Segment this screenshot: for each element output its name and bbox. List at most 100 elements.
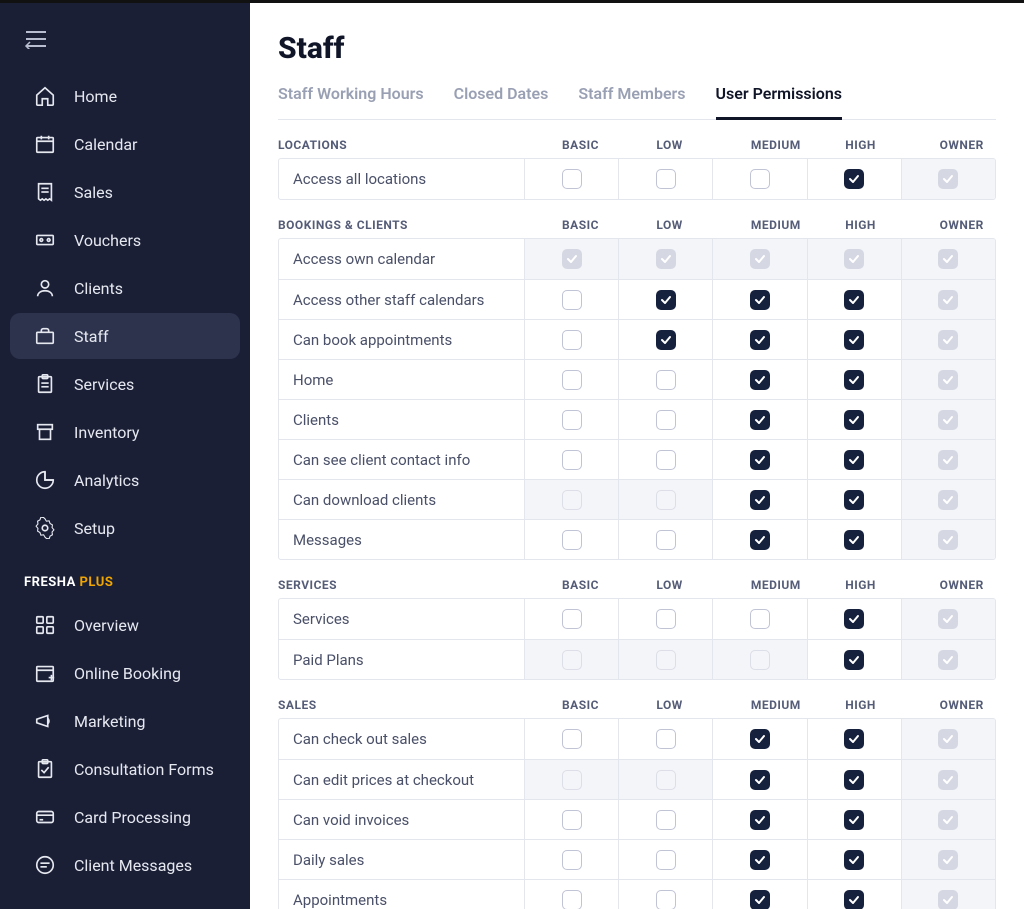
- permission-checkbox[interactable]: [656, 330, 676, 350]
- permission-checkbox[interactable]: [656, 850, 676, 870]
- permission-checkbox[interactable]: [844, 850, 864, 870]
- permission-checkbox[interactable]: [562, 370, 582, 390]
- permission-checkbox[interactable]: [562, 410, 582, 430]
- tab-staff-members[interactable]: Staff Members: [578, 84, 685, 119]
- permission-label: Messages: [279, 520, 525, 559]
- sidebar-item-client-messages[interactable]: Client Messages: [10, 842, 240, 888]
- permission-checkbox[interactable]: [562, 169, 582, 189]
- sidebar-item-analytics[interactable]: Analytics: [10, 457, 240, 503]
- sidebar-item-label: Clients: [74, 279, 123, 298]
- permission-checkbox[interactable]: [562, 330, 582, 350]
- permission-cell: [619, 400, 713, 439]
- permission-checkbox[interactable]: [844, 650, 864, 670]
- sidebar-item-label: Sales: [74, 183, 113, 202]
- tab-user-permissions[interactable]: User Permissions: [716, 84, 843, 120]
- permission-cell: [713, 840, 807, 879]
- tab-closed-dates[interactable]: Closed Dates: [454, 84, 549, 119]
- permission-checkbox[interactable]: [562, 530, 582, 550]
- table-row: Can check out sales: [279, 719, 995, 759]
- permission-checkbox[interactable]: [562, 609, 582, 629]
- permission-checkbox[interactable]: [844, 410, 864, 430]
- permission-checkbox[interactable]: [750, 490, 770, 510]
- permission-checkbox[interactable]: [750, 169, 770, 189]
- sidebar-item-sales[interactable]: Sales: [10, 169, 240, 215]
- permission-checkbox[interactable]: [656, 609, 676, 629]
- sidebar-item-services[interactable]: Services: [10, 361, 240, 407]
- sidebar-item-label: Overview: [74, 616, 139, 635]
- permission-checkbox[interactable]: [844, 450, 864, 470]
- permission-cell: [713, 520, 807, 559]
- permission-checkbox[interactable]: [562, 729, 582, 749]
- permission-checkbox[interactable]: [656, 290, 676, 310]
- permission-checkbox: [656, 650, 676, 670]
- table-row: Can book appointments: [279, 319, 995, 359]
- permission-checkbox[interactable]: [656, 890, 676, 909]
- permission-checkbox[interactable]: [750, 530, 770, 550]
- permission-checkbox[interactable]: [844, 490, 864, 510]
- permission-checkbox[interactable]: [656, 810, 676, 830]
- permission-checkbox[interactable]: [750, 729, 770, 749]
- sidebar-item-marketing[interactable]: Marketing: [10, 698, 240, 744]
- permission-checkbox[interactable]: [844, 330, 864, 350]
- sidebar-item-setup[interactable]: Setup: [10, 505, 240, 551]
- permission-label: Access other staff calendars: [279, 280, 525, 319]
- permission-checkbox[interactable]: [656, 169, 676, 189]
- receipt-icon: [34, 181, 56, 203]
- sidebar-item-clients[interactable]: Clients: [10, 265, 240, 311]
- page-title: Staff: [278, 31, 996, 66]
- permission-checkbox[interactable]: [844, 810, 864, 830]
- permission-label: Clients: [279, 400, 525, 439]
- permission-cell: [808, 719, 902, 759]
- permission-checkbox[interactable]: [562, 850, 582, 870]
- column-header-low: LOW: [618, 218, 712, 232]
- permission-cell: [808, 640, 902, 679]
- permission-cell: [808, 320, 902, 359]
- permission-checkbox[interactable]: [656, 450, 676, 470]
- permission-checkbox[interactable]: [750, 810, 770, 830]
- sidebar-item-inventory[interactable]: Inventory: [10, 409, 240, 455]
- sidebar-item-consultation-forms[interactable]: Consultation Forms: [10, 746, 240, 792]
- sidebar-item-overview[interactable]: Overview: [10, 602, 240, 648]
- sidebar-item-label: Services: [74, 375, 134, 394]
- permission-checkbox[interactable]: [656, 370, 676, 390]
- sidebar-item-vouchers[interactable]: Vouchers: [10, 217, 240, 263]
- permission-checkbox[interactable]: [750, 410, 770, 430]
- tabs: Staff Working Hours Closed Dates Staff Mem…: [278, 84, 996, 120]
- permission-checkbox[interactable]: [750, 890, 770, 909]
- sidebar-item-card-processing[interactable]: Card Processing: [10, 794, 240, 840]
- permission-checkbox[interactable]: [750, 609, 770, 629]
- permission-checkbox[interactable]: [844, 729, 864, 749]
- permission-cell: [808, 840, 902, 879]
- permission-checkbox[interactable]: [656, 410, 676, 430]
- permission-checkbox[interactable]: [562, 450, 582, 470]
- tab-staff-working-hours[interactable]: Staff Working Hours: [278, 84, 424, 119]
- sidebar-item-staff[interactable]: Staff: [10, 313, 240, 359]
- permission-cell: [619, 520, 713, 559]
- permission-checkbox[interactable]: [844, 890, 864, 909]
- permission-checkbox[interactable]: [750, 770, 770, 790]
- permission-checkbox[interactable]: [844, 609, 864, 629]
- permission-checkbox[interactable]: [656, 729, 676, 749]
- sidebar-item-online-booking[interactable]: Online Booking: [10, 650, 240, 696]
- permission-checkbox[interactable]: [750, 450, 770, 470]
- permission-checkbox[interactable]: [844, 169, 864, 189]
- permission-checkbox[interactable]: [562, 890, 582, 909]
- permission-checkbox[interactable]: [750, 850, 770, 870]
- permission-checkbox[interactable]: [844, 770, 864, 790]
- permission-label: Can check out sales: [279, 719, 525, 759]
- permission-checkbox[interactable]: [750, 330, 770, 350]
- permission-checkbox[interactable]: [750, 290, 770, 310]
- sidebar-item-calendar[interactable]: Calendar: [10, 121, 240, 167]
- permission-checkbox[interactable]: [844, 290, 864, 310]
- permission-checkbox[interactable]: [562, 290, 582, 310]
- sidebar-item-label: Home: [74, 87, 117, 106]
- sidebar-toggle[interactable]: [0, 23, 250, 71]
- permission-checkbox[interactable]: [750, 370, 770, 390]
- permission-checkbox[interactable]: [844, 370, 864, 390]
- permission-checkbox[interactable]: [844, 530, 864, 550]
- sidebar-item-home[interactable]: Home: [10, 73, 240, 119]
- user-icon: [34, 277, 56, 299]
- permission-checkbox[interactable]: [562, 810, 582, 830]
- permission-cell: [808, 440, 902, 479]
- permission-checkbox[interactable]: [656, 530, 676, 550]
